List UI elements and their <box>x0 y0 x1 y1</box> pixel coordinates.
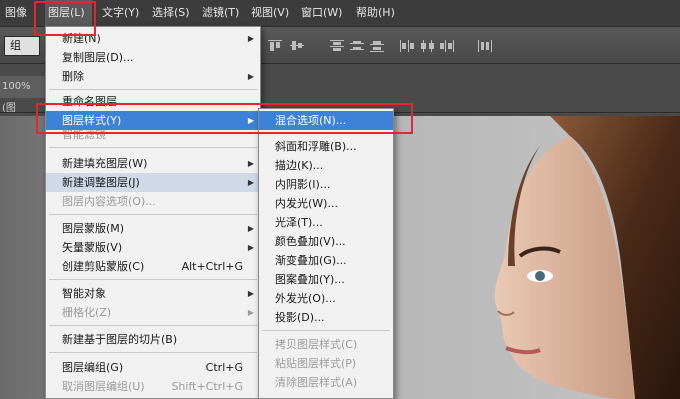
menu-item-layer-content-options: 图层内容选项(O)... <box>62 195 156 208</box>
menu-window[interactable]: 窗口(W) <box>298 0 345 26</box>
menu-separator <box>49 279 257 280</box>
menu-item-drop-shadow[interactable]: 投影(D)... <box>259 308 393 327</box>
menu-filter[interactable]: 滤镜(T) <box>199 0 242 26</box>
menu-separator <box>49 352 257 353</box>
menu-item-layer-mask[interactable]: 图层蒙版(M) ▶ <box>46 219 260 238</box>
menu-select[interactable]: 选择(S) <box>149 0 193 26</box>
distribute-right-icon[interactable] <box>440 40 456 52</box>
layer-menu: 新建(N) ▶ 复制图层(D)... 删除 ▶ 重命名图层... 图层样式(Y) ▶ … <box>45 26 261 399</box>
align-top-icon[interactable] <box>268 40 284 52</box>
menu-item-gradient-overlay[interactable]: 渐变叠加(G)... <box>259 251 393 270</box>
menu-separator <box>262 330 390 331</box>
menu-item-smart-object[interactable]: 智能对象 ▶ <box>46 284 260 303</box>
menu-item-stroke[interactable]: 描边(K)... <box>259 156 393 175</box>
distribute-left-icon[interactable] <box>400 40 416 52</box>
menu-item-duplicate-layer[interactable]: 复制图层(D)... <box>46 48 260 67</box>
distribute-middle-icon[interactable] <box>350 40 366 52</box>
menu-item-satin[interactable]: 光泽(T)... <box>259 213 393 232</box>
portrait-photo <box>494 116 680 399</box>
distribute-top-icon[interactable] <box>330 40 346 52</box>
submenu-arrow-icon: ▶ <box>247 308 254 317</box>
submenu-arrow-icon: ▶ <box>247 178 254 187</box>
menu-view[interactable]: 视图(V) <box>248 0 292 26</box>
submenu-arrow-icon: ▶ <box>247 34 254 43</box>
annotation-highlight-layer-menu <box>34 1 96 36</box>
menu-help[interactable]: 帮助(H) <box>353 0 398 26</box>
distribute-bottom-icon[interactable] <box>370 40 386 52</box>
shortcut-text: Shift+Ctrl+G <box>171 380 243 393</box>
submenu-arrow-icon: ▶ <box>247 289 254 298</box>
submenu-arrow-icon: ▶ <box>247 224 254 233</box>
submenu-arrow-icon: ▶ <box>247 243 254 252</box>
distribute-center-icon[interactable] <box>420 40 436 52</box>
menu-separator <box>49 147 257 148</box>
submenu-arrow-icon: ▶ <box>247 159 254 168</box>
menu-item-vector-mask[interactable]: 矢量蒙版(V) ▶ <box>46 238 260 257</box>
menu-item-inner-glow[interactable]: 内发光(W)... <box>259 194 393 213</box>
auto-select-dropdown[interactable]: 组 <box>4 36 40 56</box>
menu-separator <box>49 325 257 326</box>
menu-item-inner-shadow[interactable]: 内阴影(I)... <box>259 175 393 194</box>
shortcut-text: Alt+Ctrl+G <box>181 260 243 273</box>
auto-align-icon[interactable] <box>478 40 494 52</box>
menu-type[interactable]: 文字(Y) <box>99 0 142 26</box>
menu-item-pattern-overlay[interactable]: 图案叠加(Y)... <box>259 270 393 289</box>
align-middle-icon[interactable] <box>290 40 306 52</box>
menu-separator <box>49 214 257 215</box>
layer-style-submenu: 混合选项(N)... 斜面和浮雕(B)... 描边(K)... 内阴影(I)..… <box>258 108 394 399</box>
menu-item-color-overlay[interactable]: 颜色叠加(V)... <box>259 232 393 251</box>
menu-item-clear-layer-style: 清除图层样式(A) <box>275 376 358 389</box>
menu-item-new-adjustment-layer[interactable]: 新建调整图层(J) ▶ <box>46 173 260 192</box>
menu-item-rasterize: 栅格化(Z) ▶ <box>46 303 260 322</box>
menu-item-outer-glow[interactable]: 外发光(O)... <box>259 289 393 308</box>
menu-item-create-clipping-mask[interactable]: 创建剪贴蒙版(C) Alt+Ctrl+G <box>46 257 260 276</box>
shortcut-text: Ctrl+G <box>205 361 243 374</box>
menu-item-new-layer-based-slice[interactable]: 新建基于图层的切片(B) <box>46 330 260 349</box>
document-tab[interactable]: 100% (图 <box>0 76 46 114</box>
menu-item-ungroup-layers: 取消图层编组(U) Shift+Ctrl+G <box>46 377 260 396</box>
menu-separator <box>49 89 257 90</box>
annotation-highlight-layer-style <box>36 103 413 134</box>
menu-item-copy-layer-style: 拷贝图层样式(C) <box>275 338 358 351</box>
menu-item-bevel-emboss[interactable]: 斜面和浮雕(B)... <box>259 137 393 156</box>
menu-item-delete[interactable]: 删除 ▶ <box>46 67 260 86</box>
menu-item-group-layers[interactable]: 图层编组(G) Ctrl+G <box>46 358 260 377</box>
menu-item-paste-layer-style: 粘贴图层样式(P) <box>275 357 357 370</box>
menu-image[interactable]: 图像 <box>2 0 30 26</box>
submenu-arrow-icon: ▶ <box>247 72 254 81</box>
menu-bar: 图像 图层(L) 文字(Y) 选择(S) 滤镜(T) 视图(V) 窗口(W) 帮… <box>0 0 680 26</box>
menu-item-new-fill-layer[interactable]: 新建填充图层(W) ▶ <box>46 154 260 173</box>
